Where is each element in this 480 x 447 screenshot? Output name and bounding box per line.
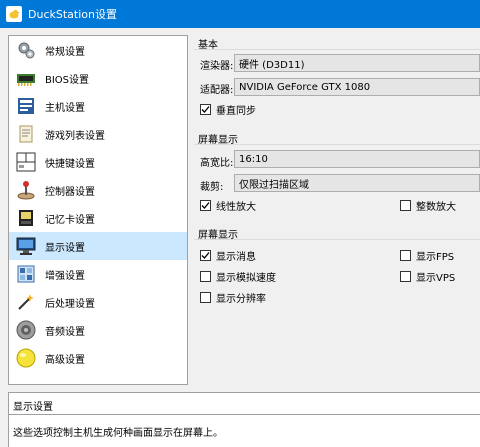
- joystick-icon: [15, 179, 37, 201]
- sidebar-item-post-processing[interactable]: 后处理设置: [9, 288, 187, 316]
- sidebar-item-memory-cards[interactable]: 记忆卡设置: [9, 204, 187, 232]
- vsync-checkbox[interactable]: 垂直同步: [200, 102, 256, 117]
- adapter-select[interactable]: NVIDIA GeForce GTX 1080: [234, 78, 480, 96]
- integer-upscale-checkbox-box[interactable]: [400, 200, 411, 211]
- sidebar-item-label: 显示设置: [45, 242, 85, 254]
- linear-upscale-label: 线性放大: [216, 202, 256, 213]
- show-vps-checkbox-box[interactable]: [400, 271, 411, 282]
- show-resolution-checkbox[interactable]: 显示分辨率: [200, 290, 266, 305]
- renderer-value: 硬件 (D3D11): [239, 59, 305, 71]
- integer-upscale-checkbox[interactable]: 整数放大: [400, 198, 456, 213]
- sidebar-item-enhancements[interactable]: 增强设置: [9, 260, 187, 288]
- description-text: 这些选项控制主机生成何种画面显示在屏幕上。: [13, 428, 223, 439]
- sidebar-item-label: 控制器设置: [45, 186, 95, 198]
- aspect-ratio-value: 16:10: [239, 153, 268, 165]
- console-icon: [15, 95, 37, 117]
- sidebar-item-game-list[interactable]: 游戏列表设置: [9, 120, 187, 148]
- crop-label: 裁剪:: [200, 182, 224, 193]
- show-fps-checkbox-box[interactable]: [400, 250, 411, 261]
- settings-category-list[interactable]: 常规设置 BIOS设置 主机设置 游戏列表设置 快捷键设置 控制器设置 记忆卡设…: [8, 35, 188, 385]
- memory-card-icon: [15, 207, 37, 229]
- display-settings-panel: 基本 渲染器: 硬件 (D3D11) 适配器: NVIDIA GeForce G…: [194, 35, 480, 385]
- sidebar-item-display[interactable]: 显示设置: [9, 232, 187, 260]
- enhancement-icon: [15, 263, 37, 285]
- sidebar-item-label: 快捷键设置: [45, 158, 95, 170]
- game-list-icon: [15, 123, 37, 145]
- sidebar-item-label: BIOS设置: [45, 74, 90, 86]
- sidebar-item-controllers[interactable]: 控制器设置: [9, 176, 187, 204]
- sidebar-item-label: 后处理设置: [45, 298, 95, 310]
- duck-app-icon: [6, 6, 22, 22]
- advanced-settings-icon: [15, 347, 37, 369]
- crop-select[interactable]: 仅限过扫描区域: [234, 174, 480, 192]
- aspect-ratio-select[interactable]: 16:10: [234, 150, 480, 168]
- general-settings-icon: [15, 39, 37, 61]
- show-resolution-label: 显示分辨率: [216, 294, 266, 305]
- show-messages-checkbox[interactable]: 显示消息: [200, 248, 256, 263]
- show-vps-label: 显示VPS: [416, 273, 456, 284]
- group-divider: [194, 144, 480, 145]
- post-processing-icon: [15, 291, 37, 313]
- checkmark-icon: [201, 106, 210, 113]
- integer-upscale-label: 整数放大: [416, 202, 456, 213]
- show-speed-checkbox-box[interactable]: [200, 271, 211, 282]
- vsync-label: 垂直同步: [216, 106, 256, 117]
- show-resolution-checkbox-box[interactable]: [200, 292, 211, 303]
- window-title: DuckStation设置: [28, 8, 117, 21]
- aspect-ratio-label: 高宽比:: [200, 158, 234, 169]
- show-speed-label: 显示模拟速度: [216, 273, 276, 284]
- adapter-label: 适配器:: [200, 85, 234, 96]
- show-fps-label: 显示FPS: [416, 252, 455, 263]
- crop-value: 仅限过扫描区域: [239, 179, 309, 191]
- sidebar-item-bios[interactable]: BIOS设置: [9, 64, 187, 92]
- bios-chip-icon: [15, 67, 37, 89]
- group-divider: [194, 239, 480, 240]
- sidebar-item-advanced[interactable]: 高级设置: [9, 344, 187, 372]
- sidebar-item-label: 高级设置: [45, 354, 85, 366]
- sidebar-item-label: 增强设置: [45, 270, 85, 282]
- sidebar-item-hotkeys[interactable]: 快捷键设置: [9, 148, 187, 176]
- description-title: 显示设置: [13, 402, 53, 413]
- monitor-icon: [15, 235, 37, 257]
- renderer-select[interactable]: 硬件 (D3D11): [234, 54, 480, 72]
- adapter-value: NVIDIA GeForce GTX 1080: [239, 81, 371, 93]
- show-messages-label: 显示消息: [216, 252, 256, 263]
- description-panel: 显示设置 这些选项控制主机生成何种画面显示在屏幕上。: [8, 392, 480, 447]
- linear-upscale-checkbox[interactable]: 线性放大: [200, 198, 256, 213]
- vsync-checkbox-box[interactable]: [200, 104, 211, 115]
- sidebar-item-audio[interactable]: 音频设置: [9, 316, 187, 344]
- description-divider: [9, 414, 480, 415]
- sidebar-item-general[interactable]: 常规设置: [9, 36, 187, 64]
- sidebar-item-label: 音频设置: [45, 326, 85, 338]
- sidebar-item-label: 主机设置: [45, 102, 85, 114]
- linear-upscale-checkbox-box[interactable]: [200, 200, 211, 211]
- group-divider: [194, 49, 480, 50]
- sidebar-item-label: 常规设置: [45, 46, 85, 58]
- sidebar-item-label: 游戏列表设置: [45, 130, 105, 142]
- show-speed-checkbox[interactable]: 显示模拟速度: [200, 269, 276, 284]
- show-vps-checkbox[interactable]: 显示VPS: [400, 269, 455, 284]
- speaker-icon: [15, 319, 37, 341]
- checkmark-icon: [201, 202, 210, 209]
- sidebar-item-console[interactable]: 主机设置: [9, 92, 187, 120]
- checkmark-icon: [201, 252, 210, 259]
- title-bar: DuckStation设置: [0, 0, 480, 28]
- renderer-label: 渲染器:: [200, 61, 234, 72]
- sidebar-item-label: 记忆卡设置: [45, 214, 95, 226]
- show-messages-checkbox-box[interactable]: [200, 250, 211, 261]
- show-fps-checkbox[interactable]: 显示FPS: [400, 248, 454, 263]
- keyboard-icon: [15, 151, 37, 173]
